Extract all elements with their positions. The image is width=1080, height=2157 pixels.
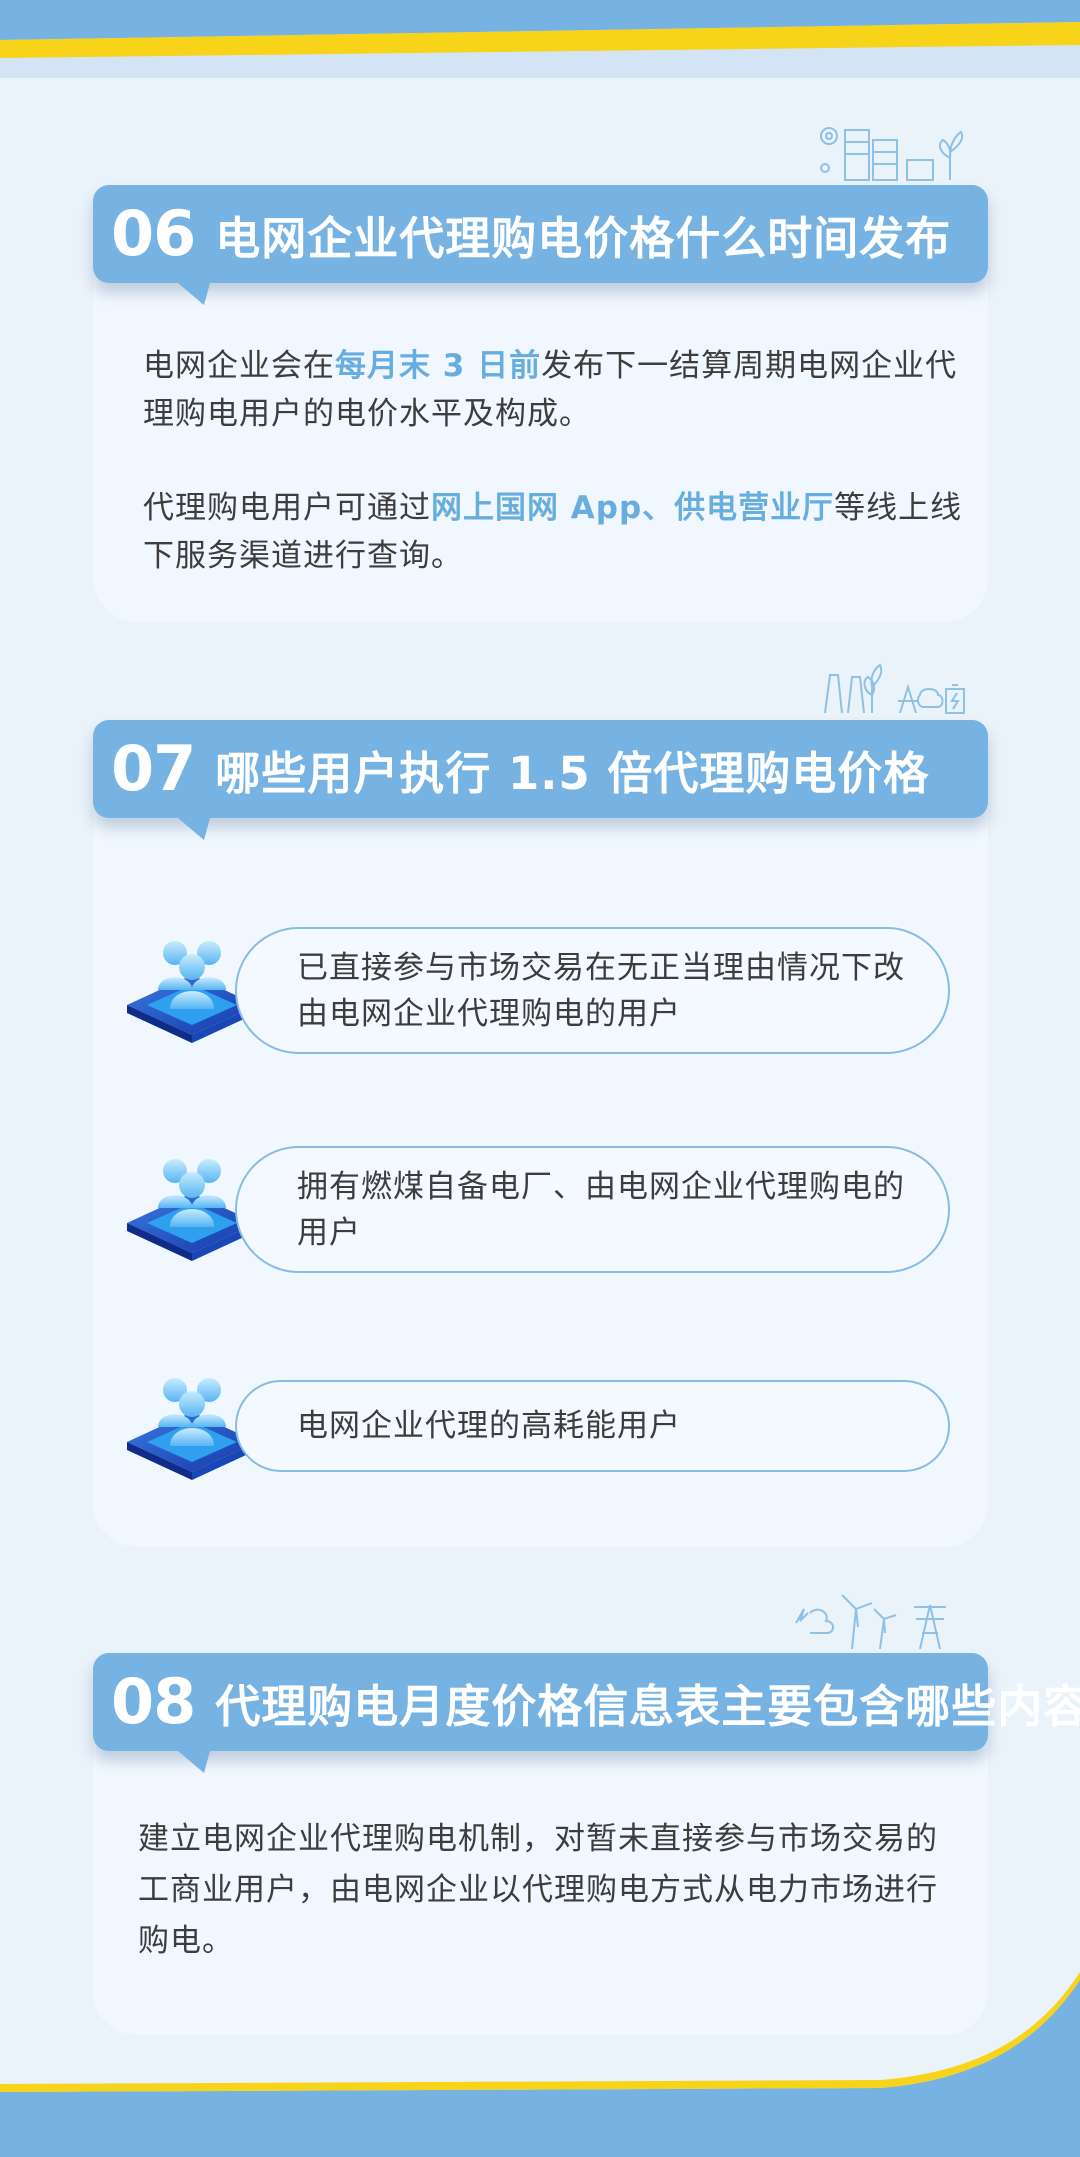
power-plant-icon: [824, 663, 965, 714]
section-08-header: 08 代理购电月度价格信息表主要包含哪些内容?: [93, 1653, 1080, 1751]
wind-energy-icon: [795, 1594, 946, 1650]
p1-highlight: 每月末 3 日前: [335, 348, 542, 384]
p1-text-pre: 电网企业会在: [143, 348, 335, 384]
section-07-number: 07: [111, 732, 196, 805]
item-3-pill: 电网企业代理的高耗能用户: [235, 1380, 950, 1472]
section-06-title: 电网企业代理购电价格什么时间发布: [215, 211, 952, 265]
city-solar-icon: [820, 127, 964, 181]
section-06-number: 06: [111, 197, 196, 270]
section-06-paragraph-2: 代理购电用户可通过网上国网 App、供电营业厅等线上线下服务渠道进行查询。: [143, 484, 963, 580]
p2-highlight: 网上国网 App、供电营业厅: [431, 490, 835, 526]
item-2-text: 拥有燃煤自备电厂、由电网企业代理购电的用户: [297, 1168, 905, 1251]
item-2-pill: 拥有燃煤自备电厂、由电网企业代理购电的用户: [235, 1146, 950, 1273]
section-06-header: 06 电网企业代理购电价格什么时间发布: [93, 185, 988, 283]
item-3-text: 电网企业代理的高耗能用户: [297, 1408, 681, 1444]
section-07-title: 哪些用户执行 1.5 倍代理购电价格: [215, 746, 930, 800]
section-08-body: 建立电网企业代理购电机制，对暂未直接参与市场交易的工商业用户，由电网企业以代理购…: [138, 1821, 938, 1959]
section-07-header: 07 哪些用户执行 1.5 倍代理购电价格: [93, 720, 988, 818]
bottom-decorative-band: [0, 1972, 1080, 2157]
section-08-header-tail: [178, 1751, 210, 1773]
section-06-paragraph-1: 电网企业会在每月末 3 日前发布下一结算周期电网企业代理购电用户的电价水平及构成…: [143, 342, 963, 438]
item-1-text: 已直接参与市场交易在无正当理由情况下改由电网企业代理购电的用户: [297, 949, 905, 1032]
section-06-header-tail: [178, 283, 210, 305]
top-decorative-band: [0, 0, 1080, 80]
item-1-pill: 已直接参与市场交易在无正当理由情况下改由电网企业代理购电的用户: [235, 927, 950, 1054]
p2-text-pre: 代理购电用户可通过: [143, 490, 431, 526]
section-07-header-tail: [178, 818, 210, 840]
section-08-paragraph: 建立电网企业代理购电机制，对暂未直接参与市场交易的工商业用户，由电网企业以代理购…: [138, 1814, 958, 1967]
section-08-number: 08: [111, 1665, 196, 1738]
section-08-title: 代理购电月度价格信息表主要包含哪些内容?: [215, 1679, 1080, 1733]
